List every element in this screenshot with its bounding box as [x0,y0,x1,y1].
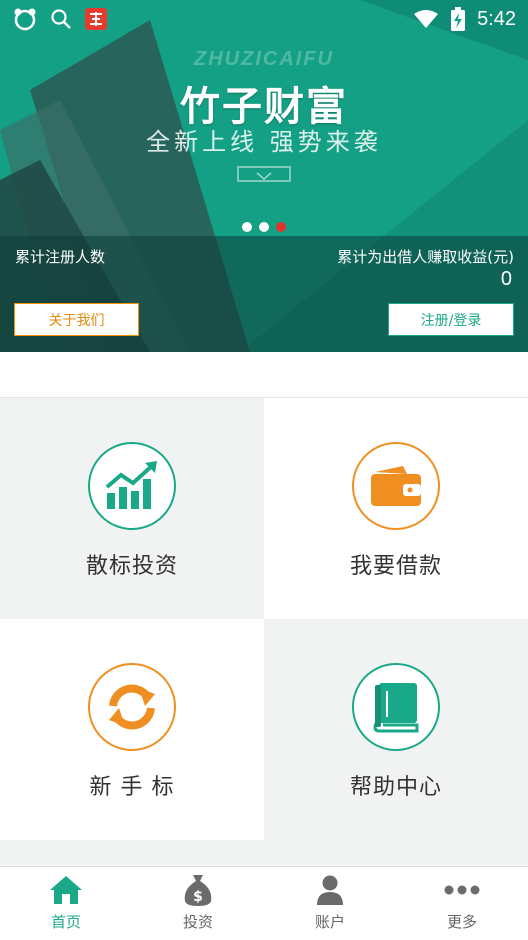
tab-account[interactable]: 账户 [264,867,396,940]
wallet-icon [371,466,421,506]
banner-slogan: 全新上线 强势来袭 [146,128,382,156]
carousel-pager [242,222,286,232]
growth-chart-icon [105,461,157,509]
more-dots-icon [444,885,480,895]
feature-grid: 散标投资 我要借款 新 手 标 帮助中心 [0,397,528,840]
tab-label: 更多 [446,913,477,931]
status-bar: 5:42 [0,0,528,38]
tab-home[interactable]: 首页 [0,867,132,940]
svg-text:$: $ [193,889,203,905]
home-icon [50,876,82,904]
brand-english-text: ZHUZICAIFU [194,48,334,70]
menu-tile-scattered-investment[interactable]: 散标投资 [0,398,264,619]
reader-app-icon [85,8,107,30]
tab-label: 账户 [314,913,345,931]
app-screen: ZHUZICAIFU 竹子财富 全新上线 强势来袭 累计注册人数 累计为出借人赚… [0,0,528,940]
pager-dot-active[interactable] [276,222,286,232]
bottom-tab-bar: 首页 $ 投资 账户 更多 [0,866,528,940]
icon-circle [88,442,176,530]
chevron-down-icon [237,166,291,182]
tab-more[interactable]: 更多 [396,867,528,940]
menu-label: 散标投资 [85,554,178,579]
about-us-button[interactable]: 关于我们 [14,303,139,336]
book-icon [373,683,419,733]
registered-users-label: 累计注册人数 [15,248,106,266]
menu-label: 新 手 标 [89,775,175,800]
lender-earnings-value: 0 [500,268,512,290]
wifi-icon [414,10,439,28]
section-spacer [0,352,528,397]
pager-dot[interactable] [242,222,252,232]
lender-earnings-label: 累计为出借人赚取收益(元) [337,248,514,266]
menu-label: 我要借款 [349,554,442,579]
tab-invest[interactable]: $ 投资 [132,867,264,940]
register-login-button[interactable]: 注册/登录 [388,303,514,336]
menu-tile-newbie[interactable]: 新 手 标 [0,619,264,840]
money-bag-icon: $ [184,875,212,906]
pager-dot[interactable] [259,222,269,232]
tab-label: 投资 [182,913,213,931]
menu-tile-help-center[interactable]: 帮助中心 [264,619,528,840]
icon-circle [352,442,440,530]
search-icon [51,9,71,29]
clock-time: 5:42 [477,7,516,30]
menu-label: 帮助中心 [349,775,442,800]
icon-circle [352,663,440,751]
icon-circle [88,663,176,751]
tab-label: 首页 [50,913,81,931]
panda-app-icon [14,8,36,31]
refresh-arrows-icon [109,684,155,730]
user-icon [317,875,343,905]
battery-charging-icon [451,7,466,31]
promo-banner[interactable]: ZHUZICAIFU 竹子财富 全新上线 强势来袭 累计注册人数 累计为出借人赚… [0,0,528,352]
menu-tile-borrow[interactable]: 我要借款 [264,398,528,619]
